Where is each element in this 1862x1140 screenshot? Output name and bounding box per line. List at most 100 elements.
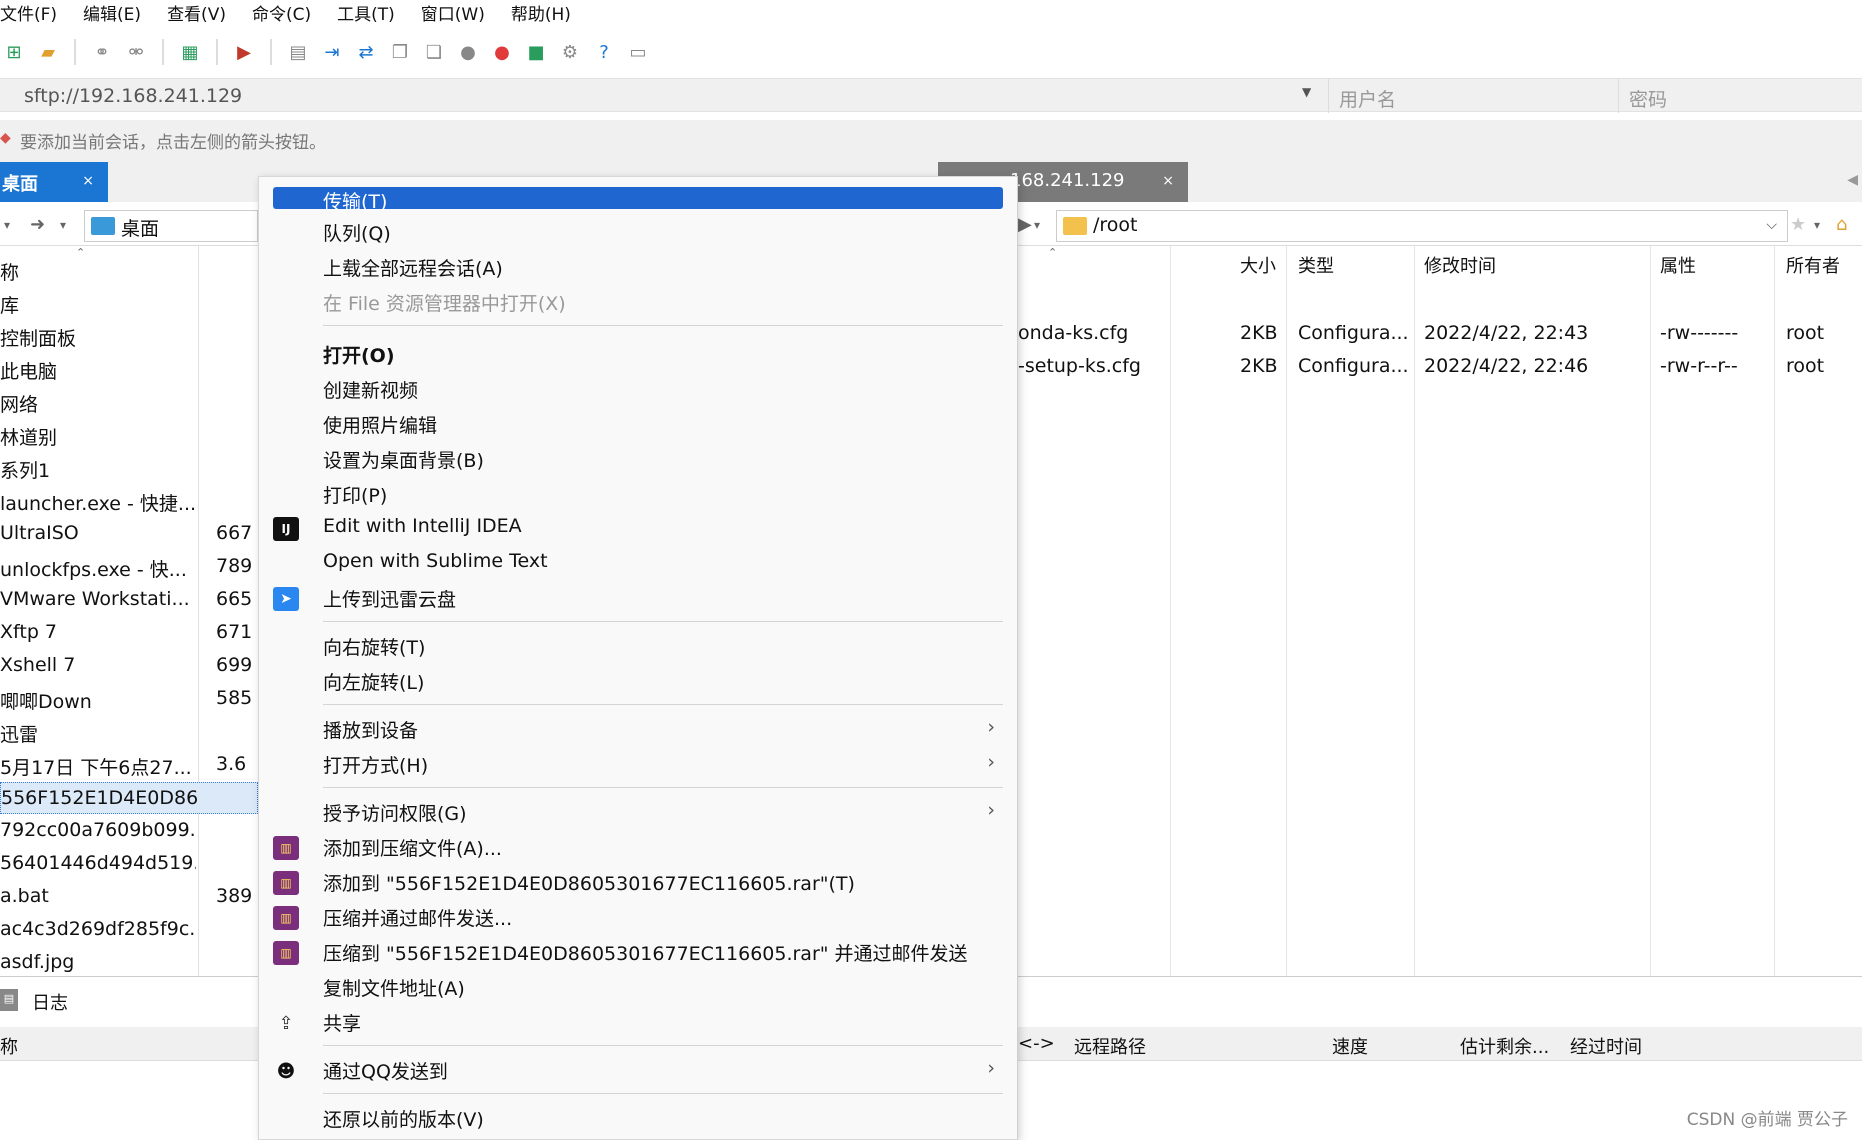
column-divider[interactable] (1170, 246, 1171, 976)
forward-icon[interactable]: ➜ (30, 214, 45, 235)
menu-item-queue[interactable]: 队列(Q) (273, 215, 1003, 249)
header-name[interactable]: 称 (0, 1033, 18, 1059)
menu-item-restore-versions[interactable]: 还原以前的版本(V) (273, 1101, 1003, 1135)
menu-item-compress-rar-email[interactable]: ▥ 压缩到 "556F152E1D4E0D8605301677EC116605.r… (273, 935, 1003, 969)
copy-icon[interactable]: ❐ (386, 38, 414, 66)
header-remote-path[interactable]: 远程路径 (1074, 1033, 1146, 1059)
menu-file[interactable]: 文件(F) (0, 0, 71, 25)
menu-item-compress-email[interactable]: ▥ 压缩并通过邮件发送... (273, 900, 1003, 934)
menu-item-add-archive[interactable]: ▥ 添加到压缩文件(A)... (273, 830, 1003, 864)
address-url[interactable]: sftp://192.168.241.129 (24, 85, 242, 107)
menu-item-copy-path[interactable]: 复制文件地址(A) (273, 970, 1003, 1004)
menu-window[interactable]: 窗口(W) (421, 0, 499, 25)
menu-command[interactable]: 命令(C) (252, 0, 325, 25)
file-row[interactable]: 迅雷 (0, 716, 258, 748)
local-path-input[interactable]: 桌面 (84, 210, 258, 242)
menu-item-transfer[interactable]: 传输(T) (273, 187, 1003, 213)
file-row[interactable]: Xshell 7 699 (0, 650, 258, 682)
properties-icon[interactable]: ▦ (176, 38, 204, 66)
upload-icon[interactable]: ▤ (284, 38, 312, 66)
file-row[interactable]: launcher.exe - 快捷... (0, 485, 258, 517)
file-row[interactable]: 56401446d494d519... (0, 848, 258, 880)
password-field[interactable]: 密码 (1618, 79, 1862, 113)
username-field[interactable]: 用户名 (1328, 79, 1618, 113)
menu-item-edit-idea[interactable]: IJ Edit with IntelliJ IDEA (273, 511, 1003, 545)
file-row[interactable]: 称 (0, 254, 258, 286)
file-row[interactable]: UltraISO 667 (0, 518, 258, 550)
favorites-dropdown-icon[interactable]: ▾ (1814, 218, 1820, 232)
paste-icon[interactable]: ❏ (420, 38, 448, 66)
remote-file-name[interactable]: onda-ks.cfg (1018, 322, 1128, 344)
file-row[interactable]: a.bat 389 (0, 881, 258, 913)
file-row[interactable]: 控制面板 (0, 320, 258, 352)
new-session-icon[interactable]: ⊞ (0, 38, 28, 66)
file-row[interactable]: 此电脑 (0, 353, 258, 385)
menu-help[interactable]: 帮助(H) (511, 0, 585, 25)
sync-icon[interactable]: ⇄ (352, 38, 380, 66)
remote-path-input[interactable]: /root ⌵ (1056, 210, 1788, 242)
forward-dropdown-icon[interactable]: ▾ (1034, 218, 1040, 232)
xftp-icon[interactable]: ■ (522, 38, 550, 66)
menu-item-send-qq[interactable]: ☻ 通过QQ发送到 › (273, 1053, 1003, 1087)
menu-item-cast[interactable]: 播放到设备 › (273, 712, 1003, 746)
file-row[interactable]: unlockfps.exe - 快... 789 (0, 551, 258, 583)
menu-tools[interactable]: 工具(T) (337, 0, 409, 25)
column-divider[interactable] (1650, 246, 1651, 976)
close-icon[interactable]: × (1162, 173, 1174, 189)
back-dropdown-icon[interactable]: ▾ (4, 218, 10, 232)
menu-item-open-sublime[interactable]: Open with Sublime Text (273, 546, 1003, 580)
file-row[interactable]: 5月17日 下午6点27... 3.6 (0, 749, 258, 781)
header-elapsed[interactable]: 经过时间 (1570, 1033, 1642, 1059)
header-owner[interactable]: 所有者 (1786, 246, 1840, 280)
file-row[interactable]: 库 (0, 287, 258, 319)
header-speed[interactable]: 速度 (1332, 1033, 1368, 1059)
column-divider[interactable] (1286, 246, 1287, 976)
remote-file-name[interactable]: -setup-ks.cfg (1018, 355, 1141, 377)
menu-view[interactable]: 查看(V) (167, 0, 240, 25)
file-row[interactable]: 网络 (0, 386, 258, 418)
menu-item-set-wallpaper[interactable]: 设置为桌面背景(B) (273, 442, 1003, 476)
address-dropdown-icon[interactable]: ▼ (1302, 85, 1311, 99)
tab-desktop[interactable]: 桌面 × (0, 162, 108, 202)
header-direction[interactable]: <-> (1018, 1033, 1055, 1054)
arrow-icon[interactable]: ◆ (0, 130, 11, 146)
terminal-icon[interactable]: ▶ (230, 38, 258, 66)
header-modified[interactable]: 修改时间 (1424, 246, 1496, 280)
menu-item-upload-thunder[interactable]: ➤ 上传到迅雷云盘 (273, 581, 1003, 615)
file-row[interactable]: 唧唧Down 585 (0, 683, 258, 715)
menu-item-grant-access[interactable]: 授予访问权限(G) › (273, 795, 1003, 829)
header-eta[interactable]: 估计剩余... (1460, 1033, 1549, 1059)
file-row[interactable]: 林道别 (0, 419, 258, 451)
menu-item-edit-photos[interactable]: 使用照片编辑 (273, 407, 1003, 441)
menu-item-create-video[interactable]: 创建新视频 (273, 372, 1003, 406)
column-divider[interactable] (1414, 246, 1415, 976)
menu-edit[interactable]: 编辑(E) (83, 0, 155, 25)
help-icon[interactable]: ? (590, 38, 618, 66)
menu-item-rotate-left[interactable]: 向左旋转(L) (273, 664, 1003, 698)
menu-item-print[interactable]: 打印(P) (273, 477, 1003, 511)
xshell-icon[interactable]: ● (488, 38, 516, 66)
home-icon[interactable]: ⌂ (1836, 214, 1847, 235)
file-row[interactable]: 792cc00a7609b099... (0, 815, 258, 847)
menu-item-rotate-right[interactable]: 向右旋转(T) (273, 629, 1003, 663)
header-type[interactable]: 类型 (1298, 246, 1334, 280)
header-size[interactable]: 大小 (1240, 246, 1276, 280)
chat-icon[interactable]: ▭ (624, 38, 652, 66)
forward-dropdown-icon[interactable]: ▾ (60, 218, 66, 232)
file-row[interactable]: 556F152E1D4E0D86... (0, 782, 258, 814)
star-icon[interactable]: ★ (1790, 214, 1806, 235)
forward-icon[interactable]: ▶ (1018, 214, 1032, 235)
menu-item-open-in-explorer[interactable]: 在 File 资源管理器中打开(X) (273, 285, 1003, 319)
tab-scroll-left-icon[interactable]: ◀ (1847, 172, 1858, 188)
header-attributes[interactable]: 属性 (1660, 246, 1696, 280)
menu-item-open-with[interactable]: 打开方式(H) › (273, 747, 1003, 781)
file-row[interactable]: Xftp 7 671 (0, 617, 258, 649)
file-row[interactable]: asdf.jpg (0, 947, 258, 976)
file-row[interactable]: 系列1 (0, 452, 258, 484)
menu-item-open[interactable]: 打开(O) (273, 337, 1003, 371)
menu-item-add-rar[interactable]: ▥ 添加到 "556F152E1D4E0D8605301677EC116605.r… (273, 865, 1003, 899)
disconnect-icon[interactable]: ⚮ (122, 38, 150, 66)
gear-icon[interactable]: ⚙ (556, 38, 584, 66)
close-icon[interactable]: × (82, 173, 94, 189)
open-folder-icon[interactable]: ▰ (34, 38, 62, 66)
